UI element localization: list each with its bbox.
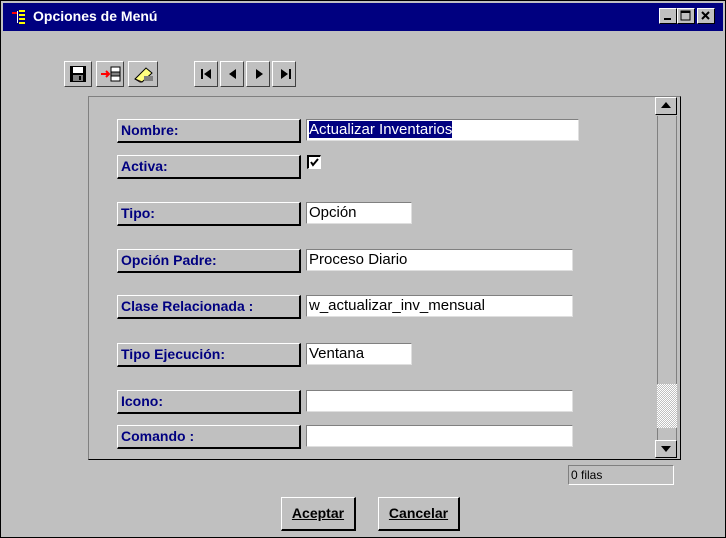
- minimize-icon: [664, 18, 671, 20]
- comando-field[interactable]: [306, 425, 573, 447]
- prev-record-button[interactable]: [220, 61, 244, 87]
- minimize-button[interactable]: [659, 8, 677, 24]
- menu-options-icon: [12, 10, 25, 24]
- vertical-scrollbar[interactable]: [655, 97, 679, 459]
- tipo-ejecucion-field[interactable]: Ventana: [306, 343, 412, 365]
- close-button[interactable]: [697, 8, 715, 24]
- clase-relacionada-field[interactable]: w_actualizar_inv_mensual: [306, 295, 573, 317]
- tipo-ejecucion-label: Tipo Ejecución:: [117, 343, 301, 367]
- delete-icon: [134, 67, 153, 83]
- window-title: Opciones de Menú: [33, 8, 158, 24]
- last-record-button[interactable]: [272, 61, 296, 87]
- opcion-padre-field[interactable]: Proceso Diario: [306, 249, 573, 271]
- arrow-down-icon: [661, 446, 671, 452]
- save-button[interactable]: [64, 61, 92, 87]
- aceptar-button[interactable]: Aceptar: [281, 497, 356, 531]
- clase-relacionada-label: Clase Relacionada :: [117, 295, 301, 319]
- nombre-label: Nombre:: [117, 119, 301, 143]
- scroll-up-button[interactable]: [655, 97, 677, 115]
- nombre-field[interactable]: Actualizar Inventarios: [306, 119, 579, 141]
- activa-checkbox[interactable]: [307, 155, 321, 169]
- scroll-down-button[interactable]: [655, 440, 677, 458]
- prev-record-icon: [229, 69, 236, 79]
- window: Opciones de Menú Nombre: Actualizar Inve…: [0, 0, 726, 538]
- insert-row-icon: [101, 66, 121, 82]
- activa-label: Activa:: [117, 155, 301, 179]
- first-record-button[interactable]: [194, 61, 218, 87]
- next-record-button[interactable]: [246, 61, 270, 87]
- scroll-thumb[interactable]: [657, 384, 677, 428]
- tipo-field[interactable]: Opción: [306, 202, 412, 224]
- maximize-button[interactable]: [677, 8, 695, 24]
- save-icon: [70, 66, 86, 82]
- last-record-icon: [281, 69, 291, 79]
- row-count-status: 0 filas: [568, 465, 674, 485]
- arrow-up-icon: [661, 102, 671, 108]
- nombre-value: Actualizar Inventarios: [309, 121, 453, 138]
- first-record-icon: [201, 69, 211, 79]
- tipo-label: Tipo:: [117, 202, 301, 226]
- insert-row-button[interactable]: [96, 61, 124, 87]
- icono-field[interactable]: [306, 390, 573, 412]
- cancelar-button[interactable]: Cancelar: [378, 497, 460, 531]
- opcion-padre-label: Opción Padre:: [117, 249, 301, 273]
- title-bar[interactable]: Opciones de Menú: [3, 3, 723, 31]
- maximize-icon: [680, 10, 691, 21]
- delete-row-button[interactable]: [128, 61, 158, 87]
- next-record-icon: [256, 69, 263, 79]
- checkmark-icon: [310, 158, 319, 167]
- icono-label: Icono:: [117, 390, 301, 414]
- comando-label: Comando :: [117, 425, 301, 449]
- close-icon: [701, 11, 710, 20]
